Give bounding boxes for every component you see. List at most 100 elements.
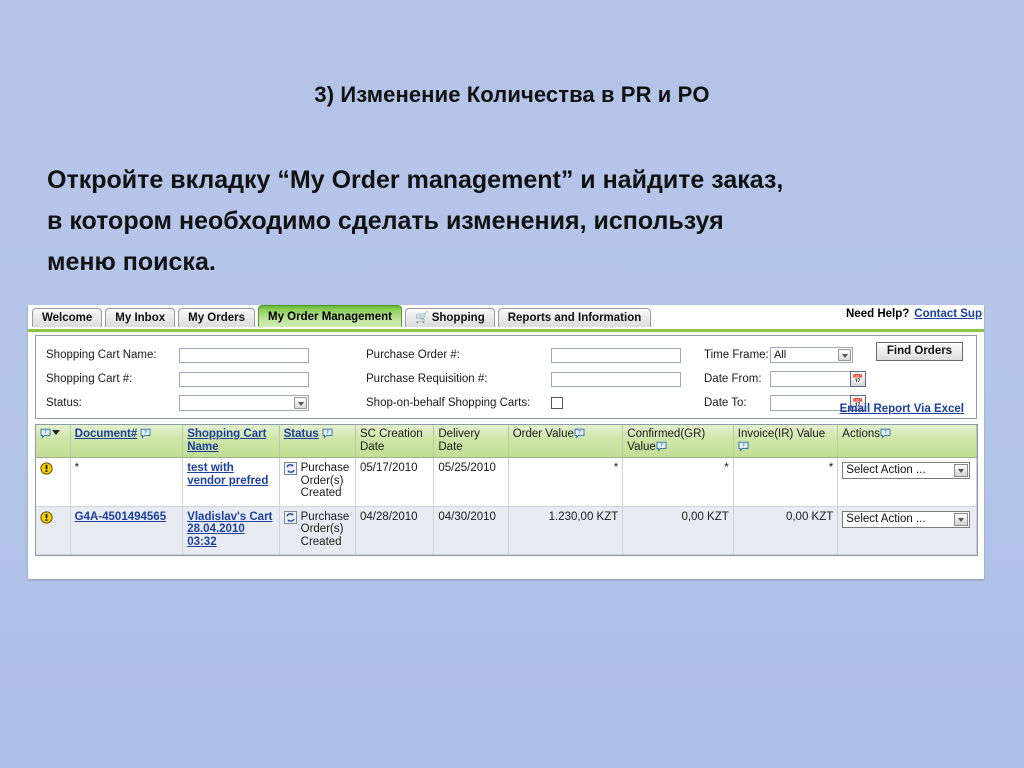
chevron-down-icon[interactable] — [954, 512, 969, 526]
table-row[interactable]: * test with vendor prefred Purchase Orde… — [36, 457, 977, 507]
tab-my-inbox[interactable]: My Inbox — [105, 308, 176, 327]
column-header-document[interactable]: Document# ? — [70, 425, 184, 458]
field-purchase-order-number: Purchase Order #: — [366, 344, 681, 366]
cell-sc-creation-date-value: 04/28/2010 — [360, 510, 418, 523]
column-header-shopping-cart-name[interactable]: Shopping Cart Name — [182, 425, 280, 458]
purchase-order-number-input[interactable] — [551, 347, 681, 363]
time-frame-select-value: All — [774, 349, 787, 361]
date-from-label: Date From: — [704, 373, 762, 385]
contact-support-link[interactable]: Contact Sup — [914, 308, 982, 320]
cell-document: * — [70, 457, 184, 507]
cell-sc-creation-date-value: 05/17/2010 — [360, 462, 418, 474]
help-icon[interactable]: ? — [656, 441, 667, 452]
chevron-down-icon[interactable] — [838, 349, 851, 361]
tab-shopping[interactable]: 🛒 Shopping — [405, 308, 495, 327]
column-header-document-label[interactable]: Document# — [75, 428, 138, 440]
in-process-icon — [283, 462, 297, 475]
cell-actions[interactable]: Select Action ... — [837, 506, 977, 555]
column-header-shopping-cart-name-label[interactable]: Shopping Cart Name — [187, 428, 266, 453]
field-shopping-cart-number: Shopping Cart #: — [46, 368, 309, 390]
orders-table: ? Document# ? Shopping Cart Name Status … — [36, 425, 977, 555]
help-icon[interactable]: ? — [880, 428, 891, 439]
time-frame-label: Time Frame: — [704, 349, 769, 361]
tab-my-order-management[interactable]: My Order Management — [258, 305, 402, 327]
select-action-dropdown[interactable]: Select Action ... — [842, 510, 971, 528]
table-row[interactable]: G4A-4501494565 Vladislav's Cart 28.04.20… — [36, 506, 977, 555]
document-number-link[interactable]: G4A-4501494565 — [75, 511, 166, 523]
in-process-icon — [283, 510, 297, 524]
help-icon[interactable]: ? — [140, 428, 151, 439]
search-form-column-2: Purchase Order #: Purchase Requisition #… — [366, 344, 681, 416]
cell-delivery-date: 04/30/2010 — [433, 506, 509, 555]
cell-document-value: * — [74, 462, 80, 474]
need-help-label: Need Help? — [846, 308, 910, 320]
svg-text:?: ? — [660, 443, 663, 449]
body-line-1: Откройте вкладку “My Order management” и… — [47, 166, 784, 194]
date-from-wrapper: 📅 — [770, 371, 866, 387]
find-orders-button[interactable]: Find Orders — [876, 342, 963, 361]
sort-caret-icon[interactable] — [52, 430, 60, 435]
cell-confirmed-gr-value-text: 0,00 KZT — [681, 510, 729, 523]
shopping-cart-icon: 🛒 — [415, 312, 429, 324]
cell-shopping-cart-name[interactable]: test with vendor prefred — [182, 457, 280, 507]
cell-delivery-date-value: 04/30/2010 — [438, 510, 496, 523]
column-header-order-value-label: Order Value — [512, 428, 574, 440]
chevron-down-icon[interactable] — [294, 397, 307, 409]
column-header-confirmed-gr-value: Confirmed(GR) Value? — [622, 425, 734, 458]
cell-confirmed-gr-value-text: * — [724, 462, 729, 474]
cell-document[interactable]: G4A-4501494565 — [70, 506, 184, 555]
shopping-cart-name-link[interactable]: Vladislav's Cart 28.04.2010 03:32 — [187, 511, 272, 548]
cell-invoice-ir-value-text: * — [828, 462, 834, 474]
cell-sc-creation-date: 04/28/2010 — [355, 506, 435, 555]
cell-actions[interactable]: Select Action ... — [837, 457, 977, 507]
svg-text:?: ? — [578, 430, 581, 436]
column-header-status[interactable]: Status ? — [279, 425, 357, 458]
body-line-2: в котором необходимо сделать изменения, … — [47, 207, 724, 235]
svg-text:?: ? — [326, 430, 329, 436]
tab-my-order-management-label: My Order Management — [268, 311, 392, 323]
shopping-cart-name-label: Shopping Cart Name: — [46, 349, 157, 361]
cell-shopping-cart-name[interactable]: Vladislav's Cart 28.04.2010 03:32 — [182, 506, 280, 555]
chevron-down-icon[interactable] — [954, 464, 969, 477]
tab-welcome-label: Welcome — [42, 312, 93, 324]
select-action-value: Select Action ... — [846, 464, 926, 476]
column-header-delivery-date-label: Delivery Date — [438, 428, 480, 453]
status-select[interactable] — [179, 395, 309, 411]
field-shop-on-behalf: Shop-on-behalf Shopping Carts: — [366, 392, 681, 414]
shopping-cart-number-input[interactable] — [179, 371, 309, 387]
help-icon[interactable]: ? — [574, 428, 585, 439]
column-header-delivery-date: Delivery Date — [433, 425, 509, 458]
cell-status-value: Purchase Order(s) Created — [300, 510, 350, 548]
calendar-icon[interactable]: 📅 — [850, 371, 866, 387]
need-help-area: Need Help? Contact Sup — [846, 308, 982, 320]
column-header-status-label[interactable]: Status — [284, 428, 319, 440]
purchase-requisition-number-input[interactable] — [551, 371, 681, 387]
shopping-cart-name-input[interactable] — [179, 347, 309, 363]
svg-text:?: ? — [144, 430, 147, 436]
shopping-cart-name-link[interactable]: test with vendor prefred — [187, 462, 268, 487]
help-icon[interactable]: ? — [738, 441, 749, 452]
column-header-flag[interactable]: ? — [36, 425, 71, 458]
field-status: Status: — [46, 392, 309, 414]
search-form-column-1: Shopping Cart Name: Shopping Cart #: Sta… — [46, 344, 309, 416]
embedded-app-screenshot: Welcome My Inbox My Orders My Order Mana… — [28, 305, 984, 579]
cell-status: Purchase Order(s) Created — [279, 506, 357, 555]
help-icon[interactable]: ? — [322, 428, 333, 439]
shop-on-behalf-checkbox[interactable] — [551, 397, 563, 409]
field-time-frame: Time Frame: All — [704, 344, 866, 366]
time-frame-select[interactable]: All — [770, 347, 853, 363]
tab-my-orders-label: My Orders — [188, 312, 246, 324]
tab-bar: Welcome My Inbox My Orders My Order Mana… — [28, 305, 984, 332]
tab-reports-label: Reports and Information — [507, 312, 642, 324]
column-header-sc-creation-date: SC Creation Date — [355, 425, 435, 458]
help-icon[interactable]: ? — [40, 428, 51, 439]
cell-sc-creation-date: 05/17/2010 — [355, 457, 435, 507]
tab-reports-and-information[interactable]: Reports and Information — [497, 308, 652, 327]
slide-body-text: Откройте вкладку “My Order management” и… — [47, 160, 977, 283]
select-action-dropdown[interactable]: Select Action ... — [842, 462, 971, 479]
email-report-via-excel-link[interactable]: Email Report Via Excel — [840, 403, 964, 415]
cell-invoice-ir-value: * — [733, 457, 839, 507]
date-to-label: Date To: — [704, 397, 747, 409]
tab-my-orders[interactable]: My Orders — [178, 308, 256, 327]
tab-welcome[interactable]: Welcome — [32, 308, 103, 327]
